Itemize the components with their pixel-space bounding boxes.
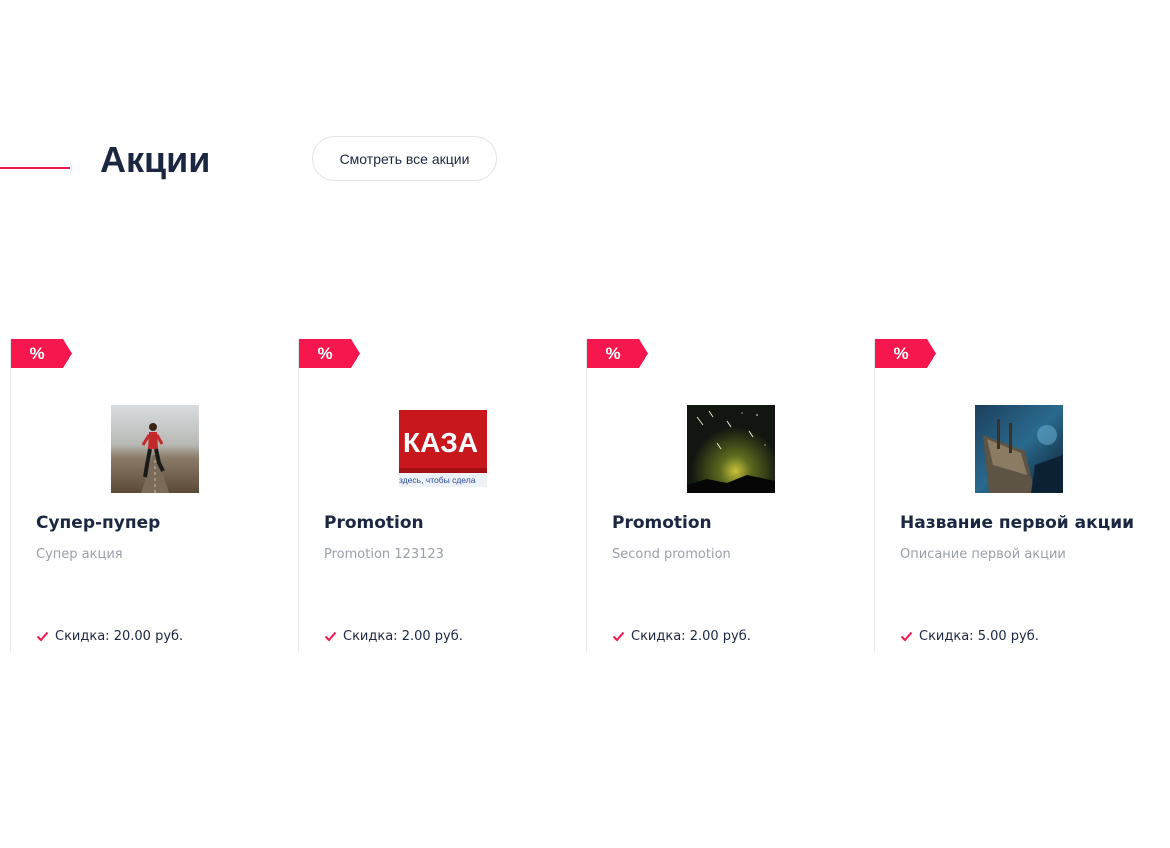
discount-row: Скидка: 2.00 руб. [612,629,751,644]
promotion-description: Second promotion [612,547,731,562]
banner-main-text: КАЗА [403,427,478,458]
promotion-description: Супер акция [36,547,123,562]
promotion-card[interactable]: % [10,339,298,652]
ship-photo[interactable] [975,405,1063,493]
discount-label: Скидка: [631,629,686,644]
kazan-banner-photo[interactable]: КАЗА здесь, чтобы сдела [399,405,487,493]
discount-label: Скидка: [919,629,974,644]
runner-photo[interactable] [111,405,199,493]
percent-badge: % [11,339,72,368]
promotion-description: Описание первой акции [900,547,1066,562]
promotions-section: Акции Смотреть все акции % Супер-пупер С… [0,0,1170,848]
discount-row: Скидка: 20.00 руб. [36,629,183,644]
discount-value: 5.00 руб. [977,629,1039,644]
banner-sub-text: здесь, чтобы сдела [399,475,476,485]
promotion-card[interactable]: % Название первой акции Описание первой … [874,339,1162,652]
promotion-card[interactable]: % КАЗА здесь, чтобы сдела Promotion Prom… [298,339,586,652]
night-sky-photo[interactable] [687,405,775,493]
promotion-title[interactable]: Promotion [324,513,424,533]
discount-text: Скидка: 5.00 руб. [919,629,1039,644]
discount-value: 2.00 руб. [689,629,751,644]
promotion-card[interactable]: % [586,339,874,652]
percent-badge: % [875,339,936,368]
discount-row: Скидка: 5.00 руб. [900,629,1039,644]
promotion-title[interactable]: Супер-пупер [36,513,160,533]
section-title: Акции [100,139,211,180]
discount-value: 2.00 руб. [401,629,463,644]
check-icon [324,631,337,642]
percent-badge: % [299,339,360,368]
discount-text: Скидка: 20.00 руб. [55,629,183,644]
check-icon [612,631,625,642]
check-icon [900,631,913,642]
promotion-title[interactable]: Название первой акции [900,513,1134,533]
promotion-description: Promotion 123123 [324,547,444,562]
discount-text: Скидка: 2.00 руб. [343,629,463,644]
discount-label: Скидка: [343,629,398,644]
percent-badge: % [587,339,648,368]
promotion-title[interactable]: Promotion [612,513,712,533]
view-all-promotions-button[interactable]: Смотреть все акции [312,136,497,181]
check-icon [36,631,49,642]
discount-value: 20.00 руб. [113,629,184,644]
discount-label: Скидка: [55,629,110,644]
discount-text: Скидка: 2.00 руб. [631,629,751,644]
discount-row: Скидка: 2.00 руб. [324,629,463,644]
title-accent-line [0,167,70,169]
